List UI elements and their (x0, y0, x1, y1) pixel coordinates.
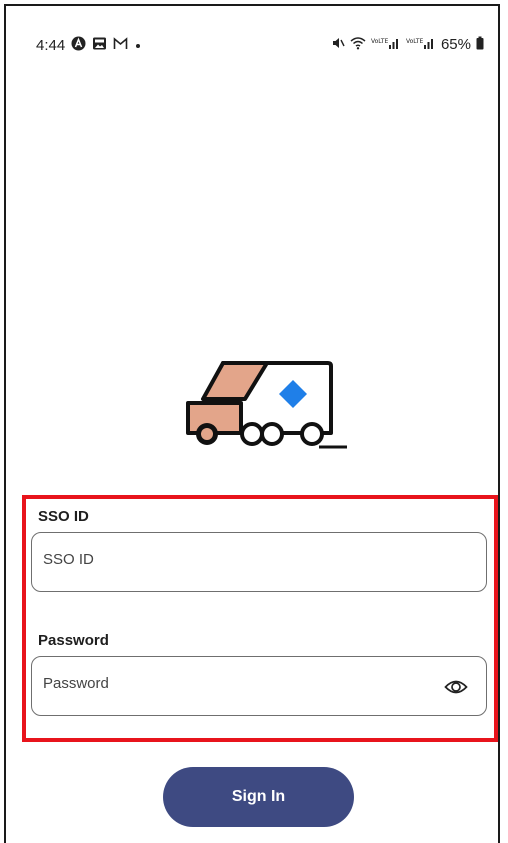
status-bar: 4:44 VoLTE VoLTE 65% (36, 34, 484, 56)
sso-id-field[interactable] (31, 532, 487, 592)
password-input[interactable] (43, 675, 423, 692)
status-bar-right: VoLTE VoLTE 65% (331, 36, 484, 53)
wifi-icon (350, 36, 366, 53)
signal-icon: VoLTE (406, 36, 436, 53)
sso-id-input[interactable] (43, 551, 423, 568)
gmail-icon (113, 37, 128, 53)
svg-text:VoLTE: VoLTE (406, 38, 423, 45)
eye-icon[interactable] (444, 676, 468, 698)
password-label: Password (38, 632, 109, 649)
status-bar-left: 4:44 (36, 36, 142, 54)
password-field[interactable] (31, 656, 487, 716)
sso-id-label: SSO ID (38, 508, 89, 525)
sign-in-button[interactable]: Sign In (163, 767, 354, 827)
svg-text:VoLTE: VoLTE (371, 38, 388, 45)
image-icon (92, 36, 107, 54)
mute-icon (331, 36, 345, 53)
signal-icon: VoLTE (371, 36, 401, 53)
battery-percent: 65% (440, 36, 471, 53)
dot-icon (134, 37, 142, 53)
delivery-van-icon (183, 355, 353, 455)
battery-icon (476, 36, 484, 53)
a-app-icon (71, 36, 86, 54)
status-time: 4:44 (36, 36, 66, 54)
